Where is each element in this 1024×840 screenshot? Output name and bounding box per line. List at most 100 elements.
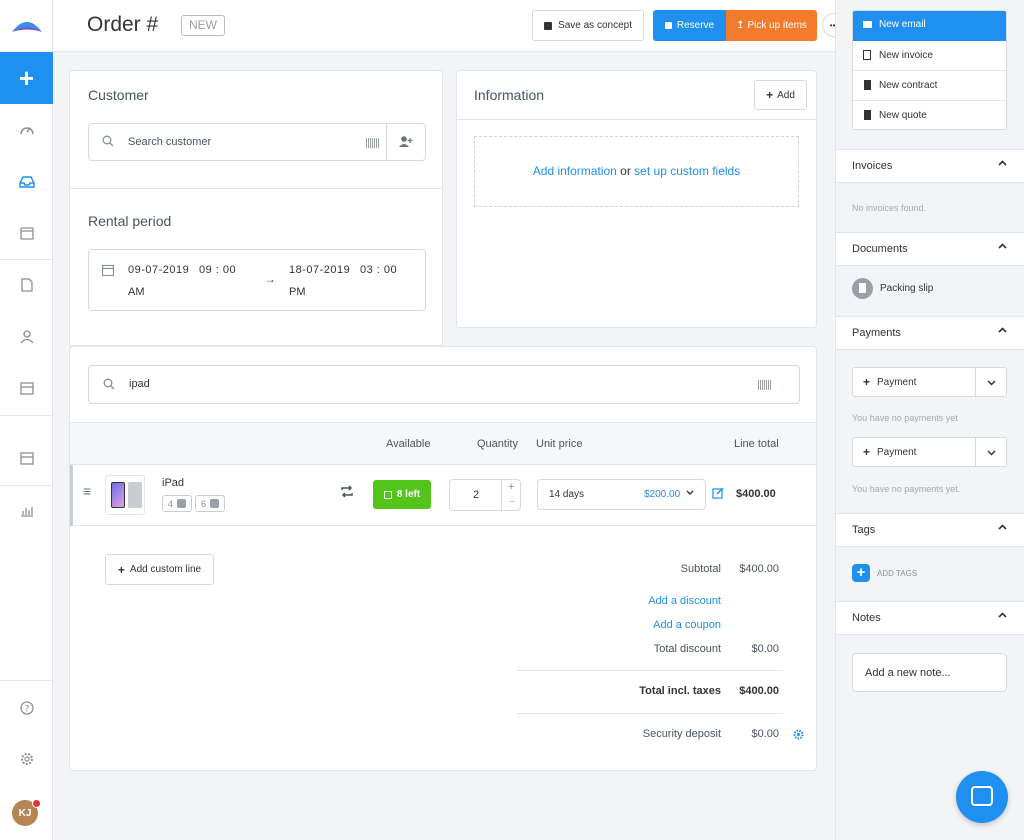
rental-period-field[interactable]: 09-07-2019 09 : 00 AM → 18-07-2019 03 : … <box>88 249 426 311</box>
add-tags-label[interactable]: ADD TAGS <box>877 569 917 578</box>
help-icon[interactable]: ? <box>0 683 53 733</box>
table-header: Available Quantity Unit price Line total <box>70 422 816 465</box>
subtotal-value: $400.00 <box>739 563 779 575</box>
end-ampm[interactable]: PM <box>289 286 306 298</box>
chevron-up-icon <box>998 326 1007 338</box>
search-icon <box>103 378 115 393</box>
document-icon <box>852 278 873 299</box>
new-quote-button[interactable]: New quote <box>853 101 1006 130</box>
add-coupon-link[interactable]: Add a coupon <box>653 619 721 631</box>
stock-chip[interactable]: 6 <box>195 495 226 512</box>
gear-icon[interactable] <box>793 729 804 743</box>
document-icon[interactable] <box>0 260 53 310</box>
new-email-button[interactable]: New email <box>853 11 1006 41</box>
chat-button[interactable] <box>956 771 1008 823</box>
stock-chip[interactable]: 4 <box>162 495 193 512</box>
customer-search-input[interactable]: Search customer <box>128 136 211 148</box>
add-custom-line-button[interactable]: + Add custom line <box>105 554 214 585</box>
rental-period-heading: Rental period <box>88 213 172 229</box>
pickup-items-button[interactable]: ↥ Pick up items <box>726 10 817 41</box>
inbox-icon[interactable] <box>0 157 53 207</box>
customer-icon[interactable] <box>0 312 53 362</box>
dashboard-icon[interactable] <box>0 105 53 155</box>
contract-icon <box>864 80 871 90</box>
information-card: Information + Add Add information or set… <box>456 70 817 328</box>
product-search-field[interactable]: ipad <box>88 365 800 404</box>
documents-section-header[interactable]: Documents <box>836 232 1024 266</box>
column-unit-price: Unit price <box>536 438 583 450</box>
logo[interactable] <box>0 0 53 52</box>
add-discount-link[interactable]: Add a discount <box>648 595 721 607</box>
store-icon[interactable] <box>0 433 53 483</box>
add-customer-icon[interactable] <box>399 135 413 151</box>
increment-button[interactable]: + <box>508 481 514 493</box>
start-time[interactable]: 09 : 00 <box>199 264 236 276</box>
right-panel: New email New invoice New contract New q… <box>835 0 1024 840</box>
search-icon <box>102 135 114 150</box>
add-information-link[interactable]: Add information <box>533 164 617 178</box>
payments-section-header[interactable]: Payments <box>836 316 1024 350</box>
packing-slip-link[interactable]: Packing slip <box>880 283 933 294</box>
customer-search-field[interactable]: Search customer <box>88 123 426 161</box>
availability-badge[interactable]: 8 left <box>373 480 431 509</box>
save-concept-button[interactable]: Save as concept <box>532 10 644 41</box>
invoices-section-header[interactable]: Invoices <box>836 149 1024 183</box>
decrement-button[interactable]: − <box>509 496 515 508</box>
add-tag-button[interactable]: + <box>852 564 870 582</box>
end-date[interactable]: 18-07-2019 <box>289 264 350 276</box>
products-card: ipad Available Quantity Unit price Line … <box>69 346 817 771</box>
chevron-down-icon[interactable] <box>987 378 996 390</box>
no-payments-text: You have no payments yet <box>852 413 958 423</box>
new-contract-button[interactable]: New contract <box>853 71 1006 101</box>
tags-section-header[interactable]: Tags <box>836 513 1024 547</box>
product-icon[interactable] <box>0 363 53 413</box>
chevron-up-icon <box>998 523 1007 535</box>
drag-handle-icon[interactable]: ≡ <box>83 483 91 499</box>
payment-button[interactable]: + Payment <box>852 367 1007 397</box>
arrow-right-icon: → <box>264 272 276 286</box>
chevron-up-icon <box>998 611 1007 623</box>
reports-icon[interactable] <box>0 486 53 536</box>
remove-icon[interactable] <box>177 499 187 508</box>
start-ampm[interactable]: AM <box>128 286 145 298</box>
start-date[interactable]: 09-07-2019 <box>128 264 189 276</box>
envelope-icon <box>863 21 872 28</box>
quantity-stepper[interactable]: 2 + − <box>449 479 521 511</box>
quantity-value[interactable]: 2 <box>473 489 479 501</box>
create-new-button[interactable]: + <box>0 52 53 104</box>
barcode-icon[interactable] <box>758 380 772 390</box>
chevron-up-icon <box>998 159 1007 171</box>
chevron-down-icon[interactable] <box>987 448 996 460</box>
payment-button[interactable]: + Payment <box>852 437 1007 467</box>
end-time[interactable]: 03 : 00 <box>360 264 397 276</box>
total-discount-value: $0.00 <box>751 643 779 655</box>
column-available: Available <box>386 438 431 450</box>
edit-icon[interactable] <box>712 487 724 502</box>
column-quantity: Quantity <box>477 438 518 450</box>
chat-icon <box>971 786 993 806</box>
upload-arrow-icon: ↥ <box>736 20 745 31</box>
new-invoice-button[interactable]: New invoice <box>853 41 1006 71</box>
status-badge: NEW <box>181 15 225 36</box>
note-input[interactable]: Add a new note... <box>852 653 1007 692</box>
chevron-down-icon <box>686 488 694 500</box>
swap-icon[interactable] <box>339 485 355 501</box>
sidebar: + ? KJ <box>0 0 53 840</box>
reserve-button[interactable]: Reserve <box>653 10 726 41</box>
plus-icon: + <box>766 88 774 102</box>
settings-icon[interactable] <box>0 734 53 784</box>
custom-fields-link[interactable]: set up custom fields <box>634 164 740 178</box>
information-heading: Information <box>474 87 545 103</box>
add-information-button[interactable]: + Add <box>754 80 807 110</box>
header: Order # NEW Save as concept Reserve ↥ Pi… <box>53 0 846 52</box>
unit-price-select[interactable]: 14 days $200.00 <box>537 479 706 510</box>
security-deposit-value: $0.00 <box>751 728 779 740</box>
calendar-icon[interactable] <box>0 208 53 258</box>
product-search-input[interactable]: ipad <box>129 378 150 390</box>
product-name[interactable]: iPad <box>162 477 184 489</box>
remove-icon[interactable] <box>210 499 220 508</box>
logo-icon <box>11 22 42 32</box>
calendar-icon <box>101 264 115 279</box>
barcode-icon[interactable] <box>366 138 380 148</box>
notes-section-header[interactable]: Notes <box>836 601 1024 635</box>
